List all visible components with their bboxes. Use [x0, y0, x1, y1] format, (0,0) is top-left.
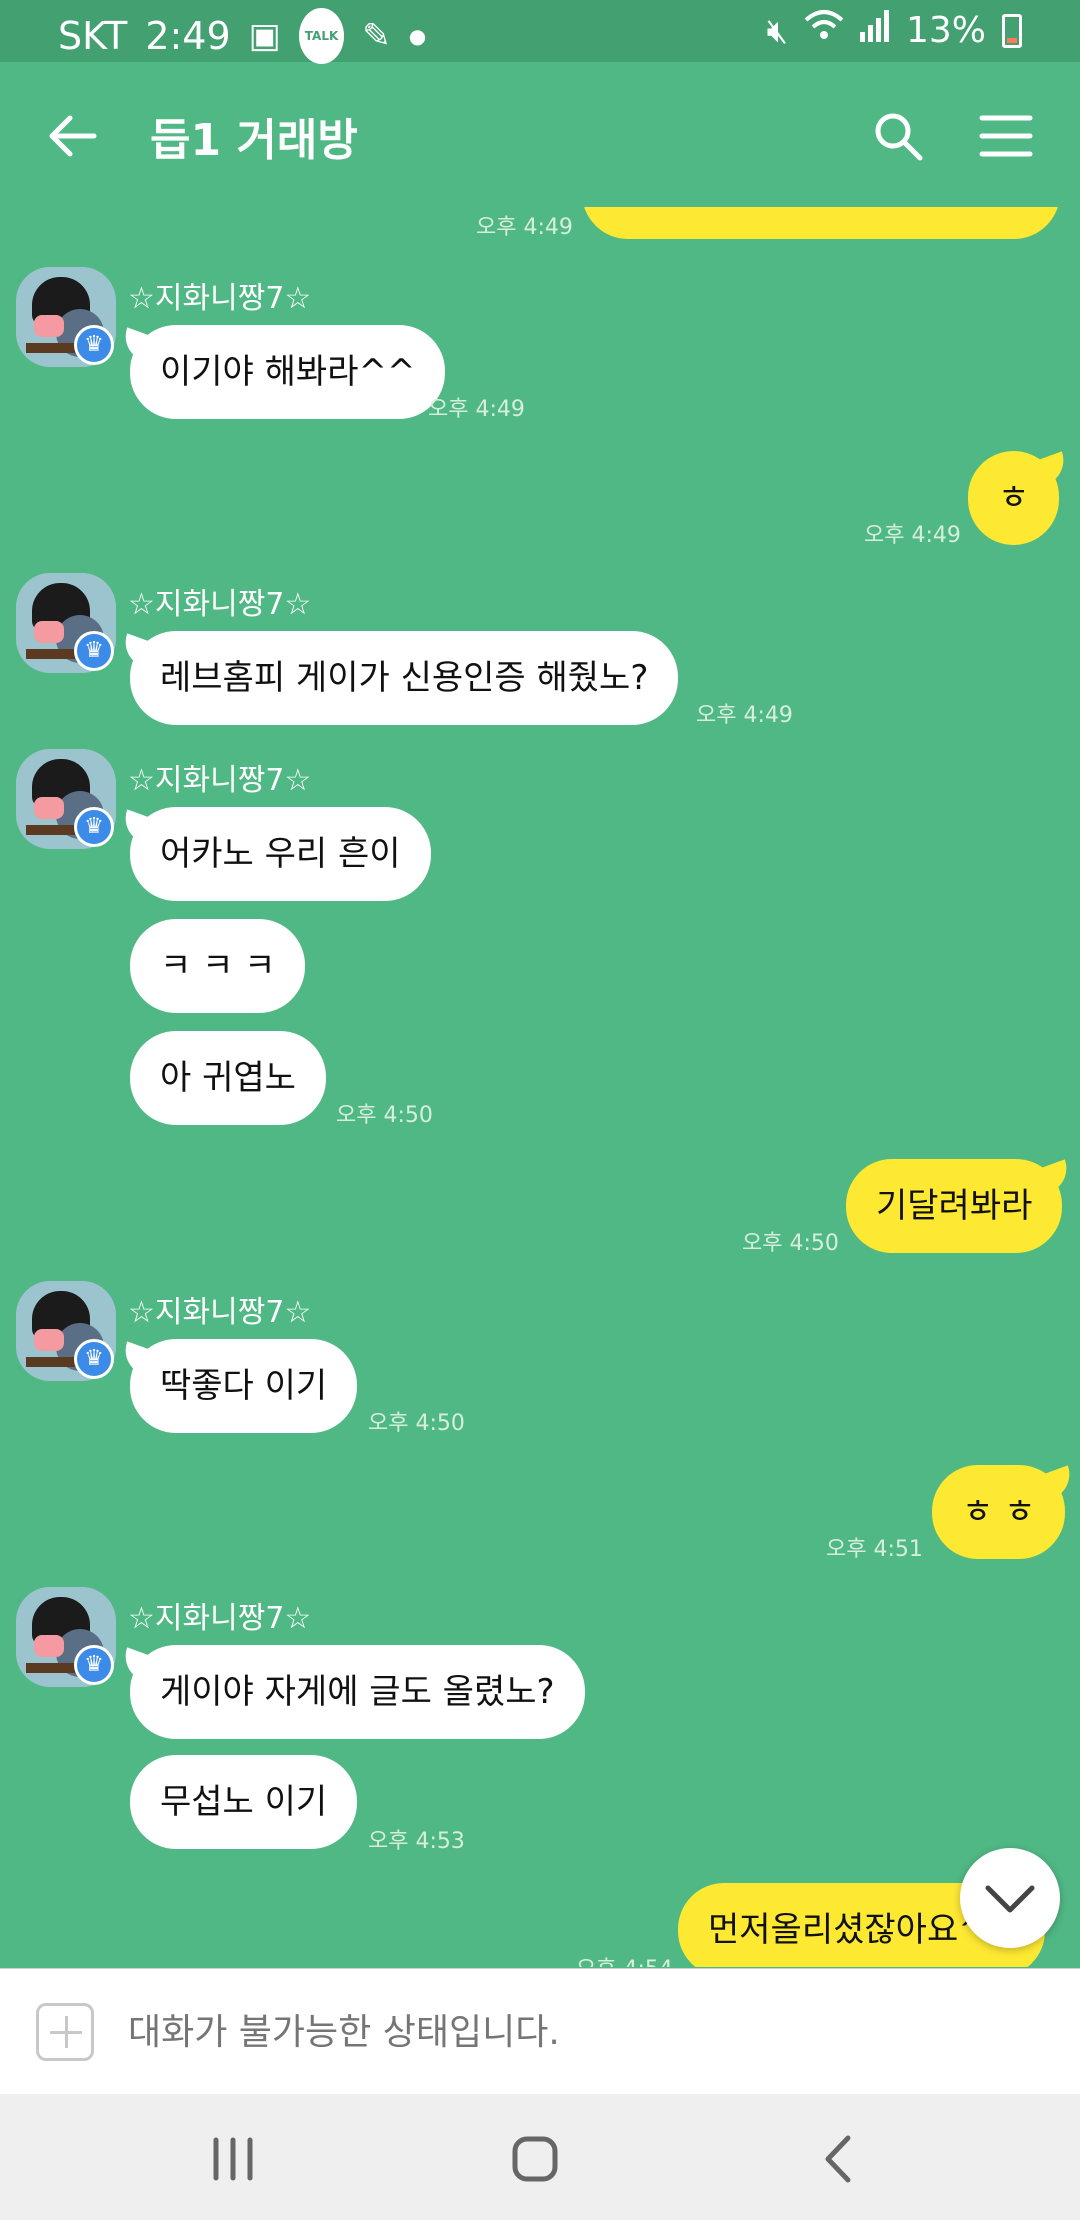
message-time: 오후 4:49 — [696, 703, 793, 728]
my-message-bubble[interactable]: ㅎ ㅎ — [932, 1465, 1066, 1559]
message-text: 어카노 우리 흔이 — [160, 834, 401, 874]
gallery-notification-icon: ▣ — [248, 16, 281, 56]
message-time: 오후 4:54 — [576, 1951, 673, 1967]
message-time: 오후 4:51 — [826, 1537, 923, 1562]
their-message-bubble[interactable]: 무섭노 이기 — [130, 1755, 358, 1849]
sender-name: ☆지화니짱7☆ — [128, 1295, 312, 1330]
hamburger-menu-icon — [979, 115, 1033, 157]
message-text: 기달려봐라 — [876, 1186, 1033, 1226]
message-text: 딱좋다 이기 — [160, 1366, 328, 1406]
message-text: 게이야 자게에 글도 올렸노? — [160, 1672, 555, 1712]
wifi-icon — [804, 8, 844, 53]
message-input-bar — [0, 1968, 1080, 2094]
message-text: 레브홈피 게이가 신용인증 해줬노? — [160, 658, 649, 698]
crown-badge-icon: ♛ — [74, 807, 114, 847]
message-text: 아 귀엽노 — [160, 1058, 296, 1098]
more-notifications-dot-icon: ● — [408, 24, 427, 48]
my-message-bubble[interactable] — [582, 207, 1060, 239]
clock: 2:49 — [145, 14, 231, 58]
crown-badge-icon: ♛ — [74, 1645, 114, 1685]
message-text: 무섭노 이기 — [160, 1782, 328, 1822]
chevron-left-icon — [825, 2135, 851, 2183]
sender-name: ☆지화니짱7☆ — [128, 1601, 312, 1636]
sender-name: ☆지화니짱7☆ — [128, 587, 312, 622]
message-text: ㅎ ㅎ — [962, 1492, 1036, 1532]
crown-badge-icon: ♛ — [74, 631, 114, 671]
home-icon — [512, 2136, 558, 2182]
message-time: 오후 4:50 — [336, 1103, 433, 1128]
message-time: 오후 4:50 — [742, 1231, 839, 1256]
chat-header: 듭1 거래방 — [0, 62, 1080, 207]
back-button[interactable] — [44, 106, 104, 166]
chevron-down-icon — [985, 1885, 1035, 1913]
crown-badge-icon: ♛ — [74, 1339, 114, 1379]
sender-name: ☆지화니짱7☆ — [128, 281, 312, 316]
their-message-bubble[interactable]: 어카노 우리 흔이 — [130, 807, 431, 901]
broom-notification-icon: ✎ — [362, 16, 391, 56]
status-bar: SKT 2:49 ▣ TALK ✎ ● 🔇︎ 13% — [0, 0, 1080, 64]
message-list[interactable]: 오후 4:49 ♛ ☆지화니짱7☆ 이기야 해봐라^^ 오후 4:49 ㅎ 오후… — [0, 207, 1080, 1967]
their-message-bubble[interactable]: 이기야 해봐라^^ — [130, 325, 446, 419]
chat-room-title: 듭1 거래방 — [150, 115, 358, 166]
my-message-bubble[interactable]: ㅎ — [968, 451, 1060, 545]
arrow-left-icon — [49, 115, 97, 157]
message-time: 오후 4:53 — [368, 1829, 465, 1854]
kakaotalk-notification-icon: TALK — [298, 8, 345, 64]
my-message-bubble[interactable]: 기달려봐라 — [846, 1159, 1063, 1253]
battery-percent: 13% — [905, 10, 986, 51]
battery-icon — [1002, 13, 1022, 48]
system-navigation-bar — [0, 2094, 1080, 2220]
mute-icon: 🔇︎ — [766, 10, 788, 51]
crown-badge-icon: ♛ — [74, 325, 114, 365]
message-time: 오후 4:49 — [476, 215, 573, 240]
scroll-to-bottom-button[interactable] — [960, 1848, 1060, 1948]
signal-icon — [859, 9, 890, 53]
home-button[interactable] — [500, 2124, 570, 2194]
message-input[interactable] — [128, 2003, 1028, 2063]
message-time: 오후 4:49 — [864, 523, 961, 548]
message-text: 이기야 해봐라^^ — [160, 352, 416, 392]
attach-plus-button[interactable] — [36, 2003, 94, 2061]
their-message-bubble[interactable]: 레브홈피 게이가 신용인증 해줬노? — [130, 631, 679, 725]
carrier-label: SKT — [58, 14, 128, 58]
recent-apps-icon — [213, 2137, 253, 2181]
search-button[interactable] — [868, 106, 928, 166]
their-message-bubble[interactable]: 게이야 자게에 글도 올렸노? — [130, 1645, 585, 1739]
sender-name: ☆지화니짱7☆ — [128, 763, 312, 798]
search-icon — [875, 113, 923, 161]
system-back-button[interactable] — [804, 2124, 874, 2194]
message-time: 오후 4:50 — [368, 1411, 465, 1436]
message-time: 오후 4:49 — [428, 397, 525, 422]
their-message-bubble[interactable]: ㅋ ㅋ ㅋ — [130, 919, 306, 1013]
their-message-bubble[interactable]: 딱좋다 이기 — [130, 1339, 358, 1433]
menu-button[interactable] — [976, 106, 1036, 166]
their-message-bubble[interactable]: 아 귀엽노 — [130, 1031, 326, 1125]
message-text: ㅎ — [998, 478, 1030, 518]
message-text: ㅋ ㅋ ㅋ — [160, 946, 276, 986]
recent-apps-button[interactable] — [198, 2124, 268, 2194]
